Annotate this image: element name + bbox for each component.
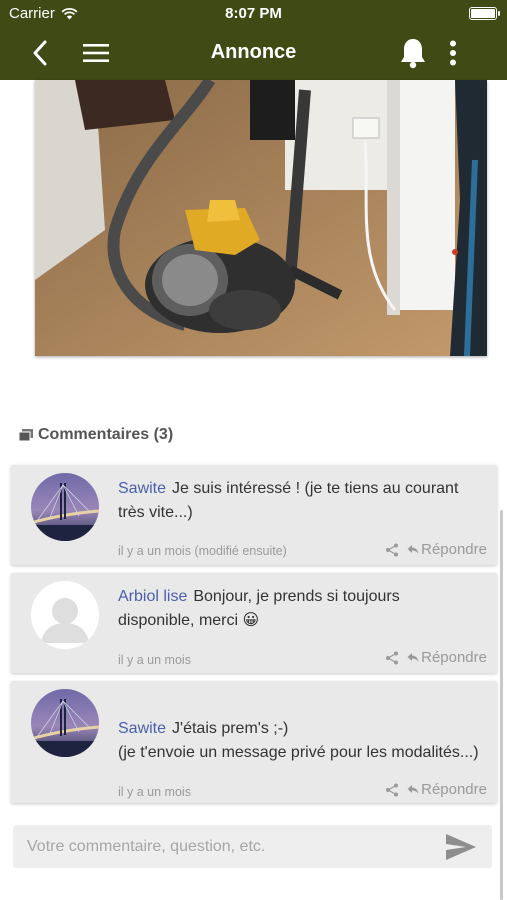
reply-label: Répondre (421, 541, 487, 558)
reply-arrow-icon (407, 785, 419, 794)
comment-timestamp: il y a un mois (118, 653, 191, 667)
comment-actions: Répondre (385, 781, 487, 798)
default-user-icon (31, 581, 99, 649)
send-icon (446, 834, 476, 860)
comments-title: Commentaires (3) (38, 426, 174, 443)
bridge-avatar-image (31, 689, 99, 757)
avatar[interactable] (31, 581, 99, 649)
reply-button[interactable]: Répondre (407, 649, 487, 666)
comment-author[interactable]: Sawite (118, 720, 166, 737)
comment-card: Sawite J'étais prem's ;-) (je t'envoie un… (11, 681, 497, 803)
avatar[interactable] (31, 689, 99, 757)
comment-timestamp: il y a un mois (118, 785, 191, 799)
status-bar: Carrier 8:07 PM (0, 0, 507, 27)
comment-author[interactable]: Sawite (118, 480, 166, 497)
more-options-button[interactable] (435, 35, 471, 71)
comment-text: J'étais prem's ;-) (je t'envoie un messa… (118, 720, 479, 761)
share-icon[interactable] (385, 543, 399, 557)
comments-icon (19, 428, 33, 441)
reply-label: Répondre (421, 781, 487, 798)
comment-input-box (13, 825, 492, 868)
comment-actions: Répondre (385, 649, 487, 666)
comment-card: Arbiol lise Bonjour, je prends si toujour… (11, 573, 497, 673)
reply-arrow-icon (407, 653, 419, 662)
comment-text: Je suis intéressé ! (je te tiens au cour… (118, 480, 459, 521)
comments-header: Commentaires (3) (19, 426, 173, 444)
comment-author[interactable]: Arbiol lise (118, 588, 187, 605)
nav-bar: Annonce (0, 27, 507, 80)
reply-button[interactable]: Répondre (407, 781, 487, 798)
comment-input[interactable] (13, 825, 433, 868)
comment-body: Sawite Je suis intéressé ! (je te tiens a… (118, 477, 479, 525)
share-icon[interactable] (385, 783, 399, 797)
bridge-avatar-image (31, 473, 99, 541)
comment-body: Arbiol lise Bonjour, je prends si toujour… (118, 585, 479, 633)
vacuum-cleaner-image (35, 80, 487, 356)
bell-icon (401, 39, 425, 69)
notifications-button[interactable] (395, 35, 431, 71)
reply-label: Répondre (421, 649, 487, 666)
reply-arrow-icon (407, 545, 419, 554)
send-button[interactable] (444, 831, 478, 863)
clock: 8:07 PM (225, 5, 282, 22)
listing-photo[interactable] (35, 80, 487, 356)
vertical-dots-icon (450, 40, 456, 66)
comment-timestamp: il y a un mois (modifié ensuite) (118, 544, 287, 558)
reply-button[interactable]: Répondre (407, 541, 487, 558)
avatar[interactable] (31, 473, 99, 541)
top-bar: Carrier 8:07 PM Annonce (0, 0, 507, 80)
comment-card: Sawite Je suis intéressé ! (je te tiens a… (11, 465, 497, 565)
battery-icon (469, 7, 500, 20)
comment-body: Sawite J'étais prem's ;-) (je t'envoie un… (118, 693, 479, 765)
scrollbar[interactable] (500, 510, 503, 900)
comment-actions: Répondre (385, 541, 487, 558)
share-icon[interactable] (385, 651, 399, 665)
